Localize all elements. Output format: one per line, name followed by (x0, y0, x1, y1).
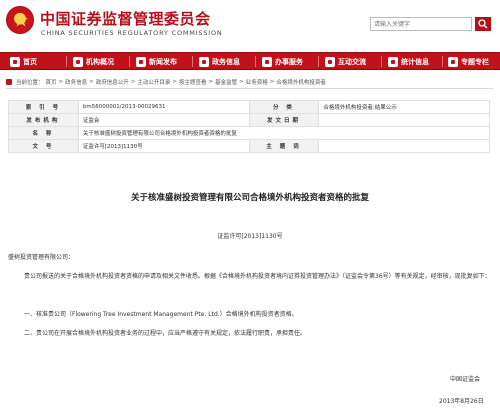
breadcrumb-prefix: 当前位置： (16, 80, 44, 86)
news-icon (136, 56, 146, 67)
nav-item-label: 办事服务 (275, 57, 303, 66)
nav-divider (381, 56, 382, 67)
breadcrumb-link[interactable]: 首页 (46, 78, 57, 86)
breadcrumb-link[interactable]: 业务资格 (246, 78, 268, 86)
breadcrumb-separator: > (208, 79, 214, 85)
nav-item-label: 政务信息 (212, 57, 240, 66)
breadcrumb-link[interactable]: 政府信息公开 (96, 78, 129, 86)
main-nav: 首页 机构概况 新闻发布 政务信息 办事服务 互动交流 统计信息 专题专栏 (0, 52, 500, 70)
home-icon (10, 56, 20, 67)
document-info-table: 索 引 号 bm56000001/2013-00029631 分 类 合格境外机… (8, 100, 491, 153)
nav-item-topics[interactable]: 专题专栏 (448, 53, 489, 70)
site-header: 中国证券监督管理委员会 CHINA SECURITIES REGULATORY … (0, 0, 500, 50)
nav-item-label: 互动交流 (338, 57, 366, 66)
nav-item-label: 首页 (23, 57, 37, 66)
nav-item-statistics[interactable]: 统计信息 (388, 53, 429, 70)
signature-organization: 中国证监会 (450, 376, 481, 383)
nav-item-about[interactable]: 机构概况 (73, 53, 114, 70)
nav-item-gov-info[interactable]: 政务信息 (199, 53, 240, 70)
article-paragraph: 一、核准贵公司（Flowering Tree Investment Manage… (24, 311, 298, 318)
article-doc-number: 证监许可[2013]1130号 (217, 233, 283, 240)
article-title: 关于核准盛树投资管理有限公司合格境外机构投资者资格的批复 (130, 193, 369, 203)
breadcrumb-separator: > (172, 79, 178, 85)
site-subtitle: CHINA SECURITIES REGULATORY COMMISSION (41, 29, 223, 37)
breadcrumb-link[interactable]: 政务信息 (65, 78, 87, 86)
nav-item-home[interactable]: 首页 (10, 53, 37, 70)
article-paragraph: 贵公司报送的关于合格境外机构投资者资格的申请及相关文件收悉。根据《合格境外机构投… (24, 273, 491, 280)
nav-item-services[interactable]: 办事服务 (262, 53, 303, 70)
service-icon (262, 56, 272, 67)
breadcrumb-link[interactable]: 基金监管 (215, 78, 237, 86)
breadcrumb-separator: > (130, 79, 136, 85)
location-icon (6, 79, 12, 85)
table-row: 发布机构 证监会 发文日期 (8, 113, 490, 127)
breadcrumb-link[interactable]: 按主题查看 (179, 78, 207, 86)
doc-number-label: 文 号 (8, 139, 79, 153)
keyword-value (318, 139, 490, 153)
nav-item-news[interactable]: 新闻发布 (136, 53, 177, 70)
article-paragraph: 二、贵公司在开展合格境外机构投资者业务的过程中，应当严格遵守有关规定，依法履行职… (24, 330, 307, 337)
name-value: 关于核准盛树投资管理有限公司合格境外机构投资者资格的批复 (77, 126, 491, 140)
table-row: 文 号 证监许可[2013]1130号 主 题 词 (8, 139, 490, 153)
issuer-value: 证监会 (77, 113, 250, 127)
index-label: 索 引 号 (8, 100, 79, 114)
article-salutation: 盛树投资管理有限公司： (8, 254, 75, 261)
search-button[interactable] (475, 17, 491, 31)
date-label: 发文日期 (248, 113, 320, 127)
nav-divider (318, 56, 319, 67)
signature-date: 2013年8月26日 (439, 398, 484, 405)
nav-item-label: 新闻发布 (149, 57, 177, 66)
nav-divider (192, 56, 193, 67)
nav-divider (129, 56, 130, 67)
breadcrumb-separator: > (269, 79, 275, 85)
breadcrumb-divider (6, 88, 494, 89)
national-emblem-icon (6, 6, 34, 34)
name-label: 名 称 (8, 126, 79, 140)
nav-item-label: 专题专栏 (461, 57, 489, 66)
nav-item-interaction[interactable]: 互动交流 (325, 53, 366, 70)
keyword-label: 主 题 词 (248, 139, 320, 153)
document-icon (199, 56, 209, 67)
issuer-label: 发布机构 (8, 113, 79, 127)
category-label: 分 类 (248, 100, 320, 114)
search-input[interactable] (370, 17, 472, 31)
category-value: 合格境外机构投资者;结果公示 (318, 100, 490, 114)
breadcrumb-link[interactable]: 合格境外机构投资者 (276, 78, 326, 86)
index-value: bm56000001/2013-00029631 (77, 100, 250, 114)
doc-number-value: 证监许可[2013]1130号 (77, 139, 250, 153)
breadcrumb-link[interactable]: 主动公开目录 (137, 78, 170, 86)
site-title[interactable]: 中国证券监督管理委员会 (40, 8, 211, 29)
chat-icon (325, 56, 335, 67)
nav-divider (255, 56, 256, 67)
stats-icon (388, 56, 398, 67)
breadcrumb-separator: > (89, 79, 94, 85)
nav-item-label: 统计信息 (401, 57, 429, 66)
breadcrumb-separator: > (58, 79, 64, 85)
table-row: 索 引 号 bm56000001/2013-00029631 分 类 合格境外机… (8, 100, 490, 114)
nav-item-label: 机构概况 (86, 57, 114, 66)
breadcrumb-separator: > (239, 79, 244, 85)
date-value (318, 113, 490, 127)
search-icon (478, 19, 488, 29)
building-icon (73, 56, 83, 67)
nav-divider (442, 56, 443, 67)
topic-icon (448, 56, 458, 67)
table-row: 名 称 关于核准盛树投资管理有限公司合格境外机构投资者资格的批复 (8, 126, 491, 140)
breadcrumb: 当前位置： 首页 > 政务信息 > 政府信息公开 > 主动公开目录 > 按主题查看 > 基… (6, 78, 326, 86)
nav-divider (66, 56, 67, 67)
